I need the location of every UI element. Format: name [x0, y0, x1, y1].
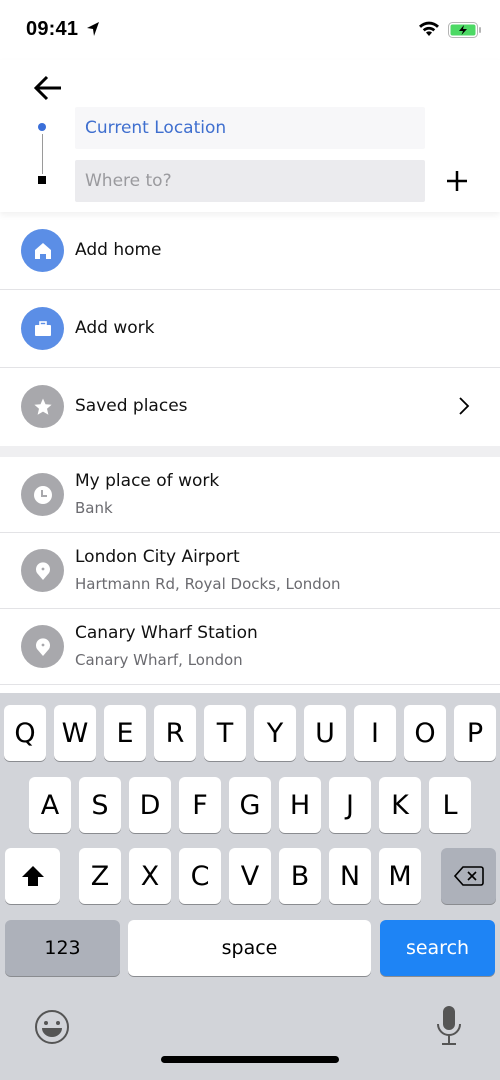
saved-places-item[interactable]: Saved places [0, 368, 500, 446]
status-time: 09:41 [26, 18, 79, 40]
chevron-right-icon [459, 397, 470, 415]
item-title: Add home [75, 240, 162, 260]
key-k[interactable]: K [379, 777, 421, 833]
key-r[interactable]: R [154, 705, 196, 761]
home-indicator [161, 1056, 339, 1063]
back-button[interactable] [30, 72, 66, 104]
key-s[interactable]: S [79, 777, 121, 833]
space-key[interactable]: space [128, 920, 371, 976]
battery-charging-icon [448, 22, 481, 38]
pin-icon [21, 549, 64, 592]
key-a[interactable]: A [29, 777, 71, 833]
key-f[interactable]: F [179, 777, 221, 833]
recent-place-item[interactable]: Canary Wharf Station Canary Wharf, Londo… [0, 609, 500, 685]
plus-icon [447, 171, 467, 191]
item-title: Add work [75, 318, 155, 338]
key-v[interactable]: V [229, 848, 271, 904]
key-b[interactable]: B [279, 848, 321, 904]
item-subtitle: Canary Wharf, London [75, 651, 243, 669]
location-arrow-icon [87, 22, 99, 36]
key-u[interactable]: U [304, 705, 346, 761]
backspace-icon [453, 866, 484, 886]
pickup-location-input[interactable] [75, 107, 425, 149]
status-bar: 09:41 [0, 0, 500, 60]
recent-place-item[interactable]: London City Airport Hartmann Rd, Royal D… [0, 533, 500, 609]
item-title: Canary Wharf Station [75, 623, 258, 643]
suggestion-list: Add home Add work Saved places My place … [0, 212, 500, 685]
search-key[interactable]: search [380, 920, 495, 976]
key-y[interactable]: Y [254, 705, 296, 761]
shift-icon [21, 866, 44, 886]
home-icon [21, 229, 64, 272]
item-title: London City Airport [75, 547, 240, 567]
add-home-item[interactable]: Add home [0, 212, 500, 290]
route-connector [41, 134, 43, 174]
key-q[interactable]: Q [4, 705, 46, 761]
key-m[interactable]: M [379, 848, 421, 904]
origin-dot-icon [38, 123, 46, 131]
item-title: My place of work [75, 471, 220, 491]
key-d[interactable]: D [129, 777, 171, 833]
item-subtitle: Hartmann Rd, Royal Docks, London [75, 575, 341, 593]
key-i[interactable]: I [354, 705, 396, 761]
key-w[interactable]: W [54, 705, 96, 761]
key-o[interactable]: O [404, 705, 446, 761]
key-c[interactable]: C [179, 848, 221, 904]
route-header [0, 60, 500, 212]
emoji-icon[interactable] [33, 1008, 71, 1046]
recent-place-item[interactable]: My place of work Bank [0, 457, 500, 533]
key-h[interactable]: H [279, 777, 321, 833]
destination-input[interactable] [75, 160, 425, 202]
key-g[interactable]: G [229, 777, 271, 833]
numbers-key[interactable]: 123 [5, 920, 120, 976]
key-l[interactable]: L [429, 777, 471, 833]
key-e[interactable]: E [104, 705, 146, 761]
pin-icon [21, 625, 64, 668]
star-icon [21, 385, 64, 428]
section-divider [0, 446, 500, 457]
key-p[interactable]: P [454, 705, 496, 761]
microphone-icon[interactable] [434, 1004, 464, 1048]
arrow-left-icon [33, 75, 61, 101]
shift-key[interactable] [5, 848, 60, 904]
clock-icon [21, 473, 64, 516]
key-t[interactable]: T [204, 705, 246, 761]
keyboard: QWERTYUIOP ASDFGHJKL ZXCVBNM 123 space s… [0, 693, 500, 1080]
key-j[interactable]: J [329, 777, 371, 833]
destination-square-icon [38, 176, 46, 184]
item-title: Saved places [75, 396, 188, 416]
delete-key[interactable] [441, 848, 496, 904]
key-z[interactable]: Z [79, 848, 121, 904]
key-x[interactable]: X [129, 848, 171, 904]
briefcase-icon [21, 307, 64, 350]
key-n[interactable]: N [329, 848, 371, 904]
add-stop-button[interactable] [440, 164, 474, 198]
wifi-icon [419, 21, 439, 36]
item-subtitle: Bank [75, 499, 113, 517]
add-work-item[interactable]: Add work [0, 290, 500, 368]
